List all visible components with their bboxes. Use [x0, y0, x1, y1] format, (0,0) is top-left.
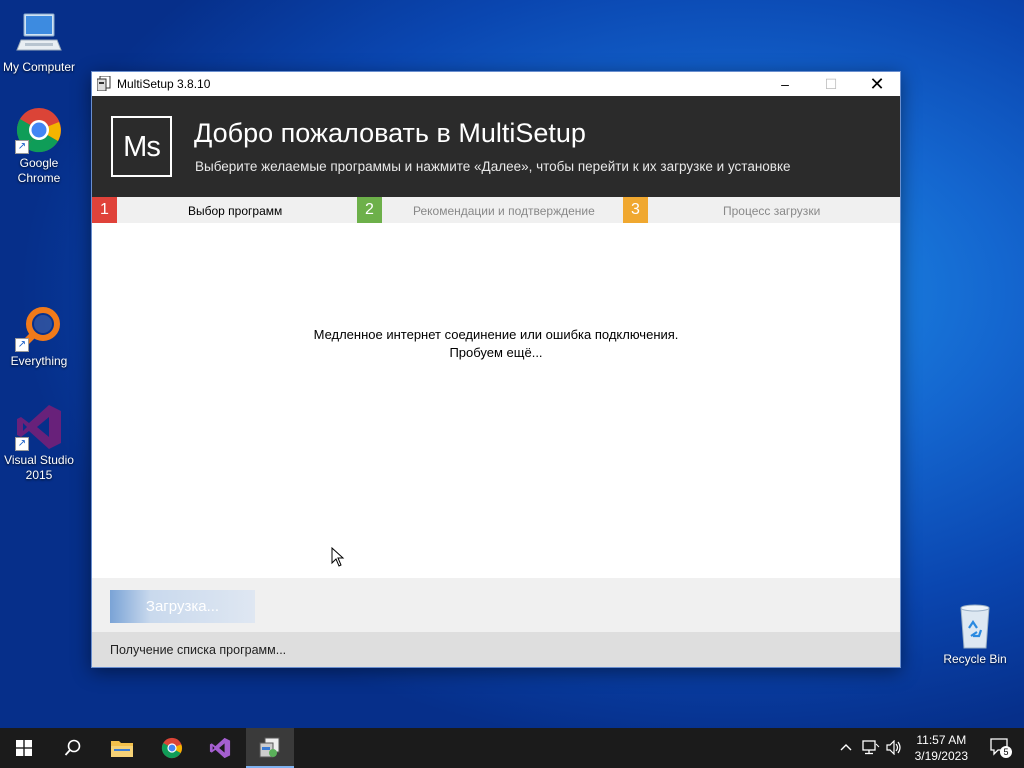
action-area: Загрузка... — [92, 578, 900, 632]
start-icon — [16, 740, 32, 761]
multisetup-app-icon — [96, 75, 111, 92]
title-bar[interactable]: MultiSetup 3.8.10 – ☐ ✕ — [92, 72, 900, 96]
visual-studio-icon: ↗ — [15, 403, 63, 451]
desktop-icon-label: My Computer — [2, 60, 76, 74]
step-1-number: 1 — [92, 197, 117, 223]
multisetup-window: MultiSetup 3.8.10 – ☐ ✕ Ms Добро пожалов… — [91, 71, 901, 668]
header-subtitle: Выберите желаемые программы и нажмите «Д… — [195, 159, 791, 174]
notification-center-button[interactable]: 5 — [990, 738, 1012, 758]
notification-count-badge: 5 — [1000, 746, 1012, 758]
chrome-icon: ↗ — [15, 106, 63, 154]
desktop-icon-visual-studio[interactable]: ↗ Visual Studio 2015 — [0, 403, 78, 483]
taskbar-file-explorer[interactable] — [98, 728, 146, 768]
desktop-icon-label: Everything — [10, 354, 68, 368]
taskbar-visual-studio[interactable] — [196, 728, 244, 768]
taskbar-multisetup[interactable] — [246, 728, 294, 768]
visual-studio-icon — [209, 737, 231, 764]
welcome-header: Ms Добро пожаловать в MultiSetup Выберит… — [92, 96, 900, 197]
chrome-icon — [161, 737, 183, 764]
chevron-up-icon[interactable] — [840, 741, 852, 755]
search-button[interactable] — [48, 728, 96, 768]
step-3-label: Процесс загрузки — [723, 204, 821, 218]
start-button[interactable] — [0, 728, 48, 768]
system-tray — [836, 728, 916, 768]
clock-date: 3/19/2023 — [914, 749, 968, 763]
taskbar: 11:57 AM 3/19/2023 5 — [0, 728, 1024, 768]
close-button[interactable]: ✕ — [854, 72, 900, 96]
minimize-button[interactable]: – — [762, 72, 808, 96]
step-2-label: Рекомендации и подтверждение — [413, 204, 595, 218]
ms-logo: Ms — [111, 116, 172, 177]
desktop-icon-label: Visual Studio 2015 — [4, 453, 74, 482]
desktop-icon-google-chrome[interactable]: ↗ Google Chrome — [0, 106, 78, 186]
status-bar: Получение списка программ... — [92, 632, 900, 667]
mouse-cursor-icon — [331, 546, 345, 567]
shortcut-arrow-icon: ↗ — [15, 140, 29, 154]
volume-icon[interactable] — [886, 739, 902, 758]
window-title: MultiSetup 3.8.10 — [117, 77, 211, 91]
header-title: Добро пожаловать в MultiSetup — [194, 118, 586, 148]
connection-message: Медленное интернет соединение или ошибка… — [92, 326, 900, 362]
recycle-bin-icon — [951, 602, 999, 650]
desktop-icon-my-computer[interactable]: My Computer — [0, 10, 78, 75]
multisetup-icon — [259, 737, 281, 764]
clock[interactable]: 11:57 AM 3/19/2023 — [915, 732, 968, 764]
status-text: Получение списка программ... — [110, 643, 287, 657]
step-1-label: Выбор программ — [188, 204, 283, 218]
everything-icon: ↗ — [15, 304, 63, 352]
desktop-icon-label: Google Chrome — [17, 156, 61, 185]
computer-icon — [15, 10, 63, 58]
connection-error-text: Медленное интернет соединение или ошибка… — [313, 327, 679, 342]
file-explorer-icon — [111, 738, 133, 763]
desktop-icon-label: Recycle Bin — [943, 652, 1007, 666]
desktop-icon-everything[interactable]: ↗ Everything — [0, 304, 78, 369]
search-icon — [64, 739, 82, 762]
taskbar-chrome[interactable] — [148, 728, 196, 768]
loading-button[interactable]: Загрузка... — [110, 590, 255, 623]
maximize-button[interactable]: ☐ — [808, 72, 854, 96]
clock-time: 11:57 AM — [916, 733, 967, 747]
shortcut-arrow-icon: ↗ — [15, 338, 29, 352]
step-3-number: 3 — [623, 197, 648, 223]
network-icon[interactable] — [862, 740, 880, 758]
retry-text: Пробуем ещё... — [449, 345, 543, 360]
step-2-number: 2 — [357, 197, 382, 223]
shortcut-arrow-icon: ↗ — [15, 437, 29, 451]
wizard-steps: 1 Выбор программ 2 Рекомендации и подтве… — [92, 197, 900, 223]
desktop-icon-recycle-bin[interactable]: Recycle Bin — [936, 602, 1014, 667]
